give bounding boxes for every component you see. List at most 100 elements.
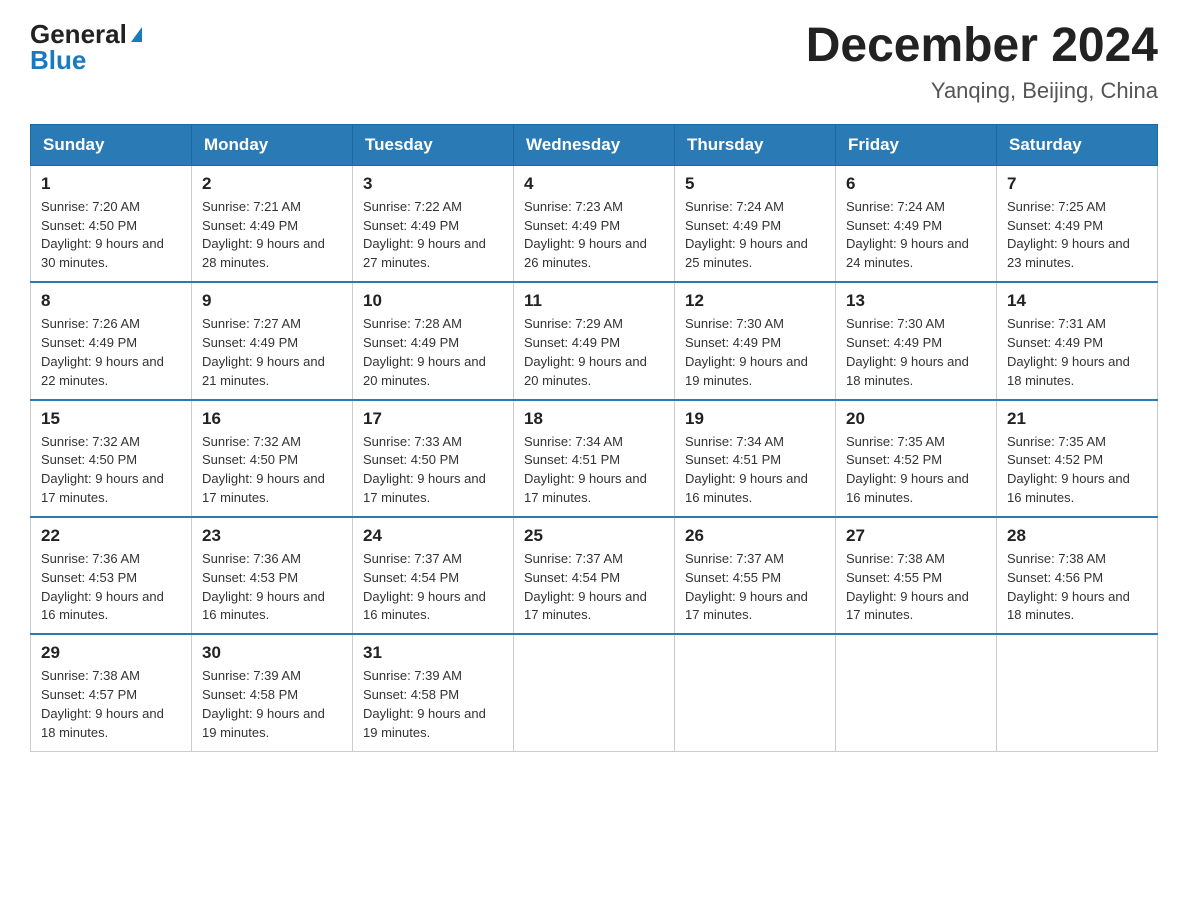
day-number: 19 [685,409,825,429]
day-info: Sunrise: 7:29 AMSunset: 4:49 PMDaylight:… [524,315,664,390]
day-number: 26 [685,526,825,546]
calendar-cell: 30 Sunrise: 7:39 AMSunset: 4:58 PMDaylig… [192,634,353,751]
day-number: 29 [41,643,181,663]
day-info: Sunrise: 7:38 AMSunset: 4:56 PMDaylight:… [1007,550,1147,625]
day-number: 21 [1007,409,1147,429]
day-number: 18 [524,409,664,429]
day-info: Sunrise: 7:32 AMSunset: 4:50 PMDaylight:… [41,433,181,508]
calendar-cell: 10 Sunrise: 7:28 AMSunset: 4:49 PMDaylig… [353,282,514,399]
calendar-cell: 28 Sunrise: 7:38 AMSunset: 4:56 PMDaylig… [997,517,1158,634]
day-number: 9 [202,291,342,311]
calendar-cell: 15 Sunrise: 7:32 AMSunset: 4:50 PMDaylig… [31,400,192,517]
calendar-cell: 12 Sunrise: 7:30 AMSunset: 4:49 PMDaylig… [675,282,836,399]
calendar-week-row: 22 Sunrise: 7:36 AMSunset: 4:53 PMDaylig… [31,517,1158,634]
day-info: Sunrise: 7:39 AMSunset: 4:58 PMDaylight:… [363,667,503,742]
calendar-cell [675,634,836,751]
day-number: 17 [363,409,503,429]
calendar-cell: 3 Sunrise: 7:22 AMSunset: 4:49 PMDayligh… [353,165,514,282]
calendar-cell: 27 Sunrise: 7:38 AMSunset: 4:55 PMDaylig… [836,517,997,634]
logo-blue: Blue [30,45,86,75]
day-info: Sunrise: 7:33 AMSunset: 4:50 PMDaylight:… [363,433,503,508]
location-subtitle: Yanqing, Beijing, China [806,78,1158,104]
calendar-cell: 17 Sunrise: 7:33 AMSunset: 4:50 PMDaylig… [353,400,514,517]
calendar-cell: 25 Sunrise: 7:37 AMSunset: 4:54 PMDaylig… [514,517,675,634]
calendar-cell: 14 Sunrise: 7:31 AMSunset: 4:49 PMDaylig… [997,282,1158,399]
weekday-header-sunday: Sunday [31,124,192,165]
calendar-cell: 13 Sunrise: 7:30 AMSunset: 4:49 PMDaylig… [836,282,997,399]
day-number: 6 [846,174,986,194]
day-number: 7 [1007,174,1147,194]
day-info: Sunrise: 7:30 AMSunset: 4:49 PMDaylight:… [846,315,986,390]
calendar-cell: 22 Sunrise: 7:36 AMSunset: 4:53 PMDaylig… [31,517,192,634]
calendar-cell: 2 Sunrise: 7:21 AMSunset: 4:49 PMDayligh… [192,165,353,282]
day-info: Sunrise: 7:37 AMSunset: 4:54 PMDaylight:… [524,550,664,625]
calendar-week-row: 15 Sunrise: 7:32 AMSunset: 4:50 PMDaylig… [31,400,1158,517]
logo: General Blue [30,20,143,74]
calendar-cell: 5 Sunrise: 7:24 AMSunset: 4:49 PMDayligh… [675,165,836,282]
weekday-header-thursday: Thursday [675,124,836,165]
calendar-cell: 4 Sunrise: 7:23 AMSunset: 4:49 PMDayligh… [514,165,675,282]
day-number: 27 [846,526,986,546]
day-number: 8 [41,291,181,311]
day-number: 20 [846,409,986,429]
day-number: 28 [1007,526,1147,546]
calendar-cell: 29 Sunrise: 7:38 AMSunset: 4:57 PMDaylig… [31,634,192,751]
page-header: General Blue December 2024 Yanqing, Beij… [30,20,1158,104]
calendar-table: SundayMondayTuesdayWednesdayThursdayFrid… [30,124,1158,752]
day-info: Sunrise: 7:31 AMSunset: 4:49 PMDaylight:… [1007,315,1147,390]
calendar-cell: 8 Sunrise: 7:26 AMSunset: 4:49 PMDayligh… [31,282,192,399]
weekday-header-monday: Monday [192,124,353,165]
day-info: Sunrise: 7:28 AMSunset: 4:49 PMDaylight:… [363,315,503,390]
day-info: Sunrise: 7:30 AMSunset: 4:49 PMDaylight:… [685,315,825,390]
weekday-header-row: SundayMondayTuesdayWednesdayThursdayFrid… [31,124,1158,165]
day-number: 14 [1007,291,1147,311]
calendar-title-section: December 2024 Yanqing, Beijing, China [806,20,1158,104]
day-info: Sunrise: 7:36 AMSunset: 4:53 PMDaylight:… [202,550,342,625]
day-info: Sunrise: 7:24 AMSunset: 4:49 PMDaylight:… [846,198,986,273]
day-info: Sunrise: 7:21 AMSunset: 4:49 PMDaylight:… [202,198,342,273]
calendar-cell: 1 Sunrise: 7:20 AMSunset: 4:50 PMDayligh… [31,165,192,282]
calendar-week-row: 29 Sunrise: 7:38 AMSunset: 4:57 PMDaylig… [31,634,1158,751]
day-number: 3 [363,174,503,194]
day-info: Sunrise: 7:20 AMSunset: 4:50 PMDaylight:… [41,198,181,273]
day-number: 13 [846,291,986,311]
calendar-cell [836,634,997,751]
calendar-cell [514,634,675,751]
day-number: 10 [363,291,503,311]
weekday-header-saturday: Saturday [997,124,1158,165]
day-number: 2 [202,174,342,194]
calendar-cell: 11 Sunrise: 7:29 AMSunset: 4:49 PMDaylig… [514,282,675,399]
calendar-cell: 6 Sunrise: 7:24 AMSunset: 4:49 PMDayligh… [836,165,997,282]
calendar-cell: 7 Sunrise: 7:25 AMSunset: 4:49 PMDayligh… [997,165,1158,282]
calendar-cell: 20 Sunrise: 7:35 AMSunset: 4:52 PMDaylig… [836,400,997,517]
weekday-header-friday: Friday [836,124,997,165]
weekday-header-wednesday: Wednesday [514,124,675,165]
calendar-cell: 21 Sunrise: 7:35 AMSunset: 4:52 PMDaylig… [997,400,1158,517]
day-number: 25 [524,526,664,546]
day-number: 24 [363,526,503,546]
day-number: 1 [41,174,181,194]
day-info: Sunrise: 7:23 AMSunset: 4:49 PMDaylight:… [524,198,664,273]
calendar-cell: 26 Sunrise: 7:37 AMSunset: 4:55 PMDaylig… [675,517,836,634]
calendar-cell: 24 Sunrise: 7:37 AMSunset: 4:54 PMDaylig… [353,517,514,634]
calendar-cell [997,634,1158,751]
day-number: 31 [363,643,503,663]
day-info: Sunrise: 7:22 AMSunset: 4:49 PMDaylight:… [363,198,503,273]
day-info: Sunrise: 7:24 AMSunset: 4:49 PMDaylight:… [685,198,825,273]
calendar-cell: 31 Sunrise: 7:39 AMSunset: 4:58 PMDaylig… [353,634,514,751]
day-info: Sunrise: 7:34 AMSunset: 4:51 PMDaylight:… [524,433,664,508]
calendar-cell: 16 Sunrise: 7:32 AMSunset: 4:50 PMDaylig… [192,400,353,517]
month-title: December 2024 [806,20,1158,73]
calendar-cell: 23 Sunrise: 7:36 AMSunset: 4:53 PMDaylig… [192,517,353,634]
calendar-cell: 19 Sunrise: 7:34 AMSunset: 4:51 PMDaylig… [675,400,836,517]
day-info: Sunrise: 7:35 AMSunset: 4:52 PMDaylight:… [846,433,986,508]
day-number: 22 [41,526,181,546]
day-info: Sunrise: 7:27 AMSunset: 4:49 PMDaylight:… [202,315,342,390]
day-info: Sunrise: 7:36 AMSunset: 4:53 PMDaylight:… [41,550,181,625]
calendar-week-row: 1 Sunrise: 7:20 AMSunset: 4:50 PMDayligh… [31,165,1158,282]
day-info: Sunrise: 7:34 AMSunset: 4:51 PMDaylight:… [685,433,825,508]
day-number: 30 [202,643,342,663]
day-number: 11 [524,291,664,311]
day-info: Sunrise: 7:39 AMSunset: 4:58 PMDaylight:… [202,667,342,742]
calendar-cell: 18 Sunrise: 7:34 AMSunset: 4:51 PMDaylig… [514,400,675,517]
